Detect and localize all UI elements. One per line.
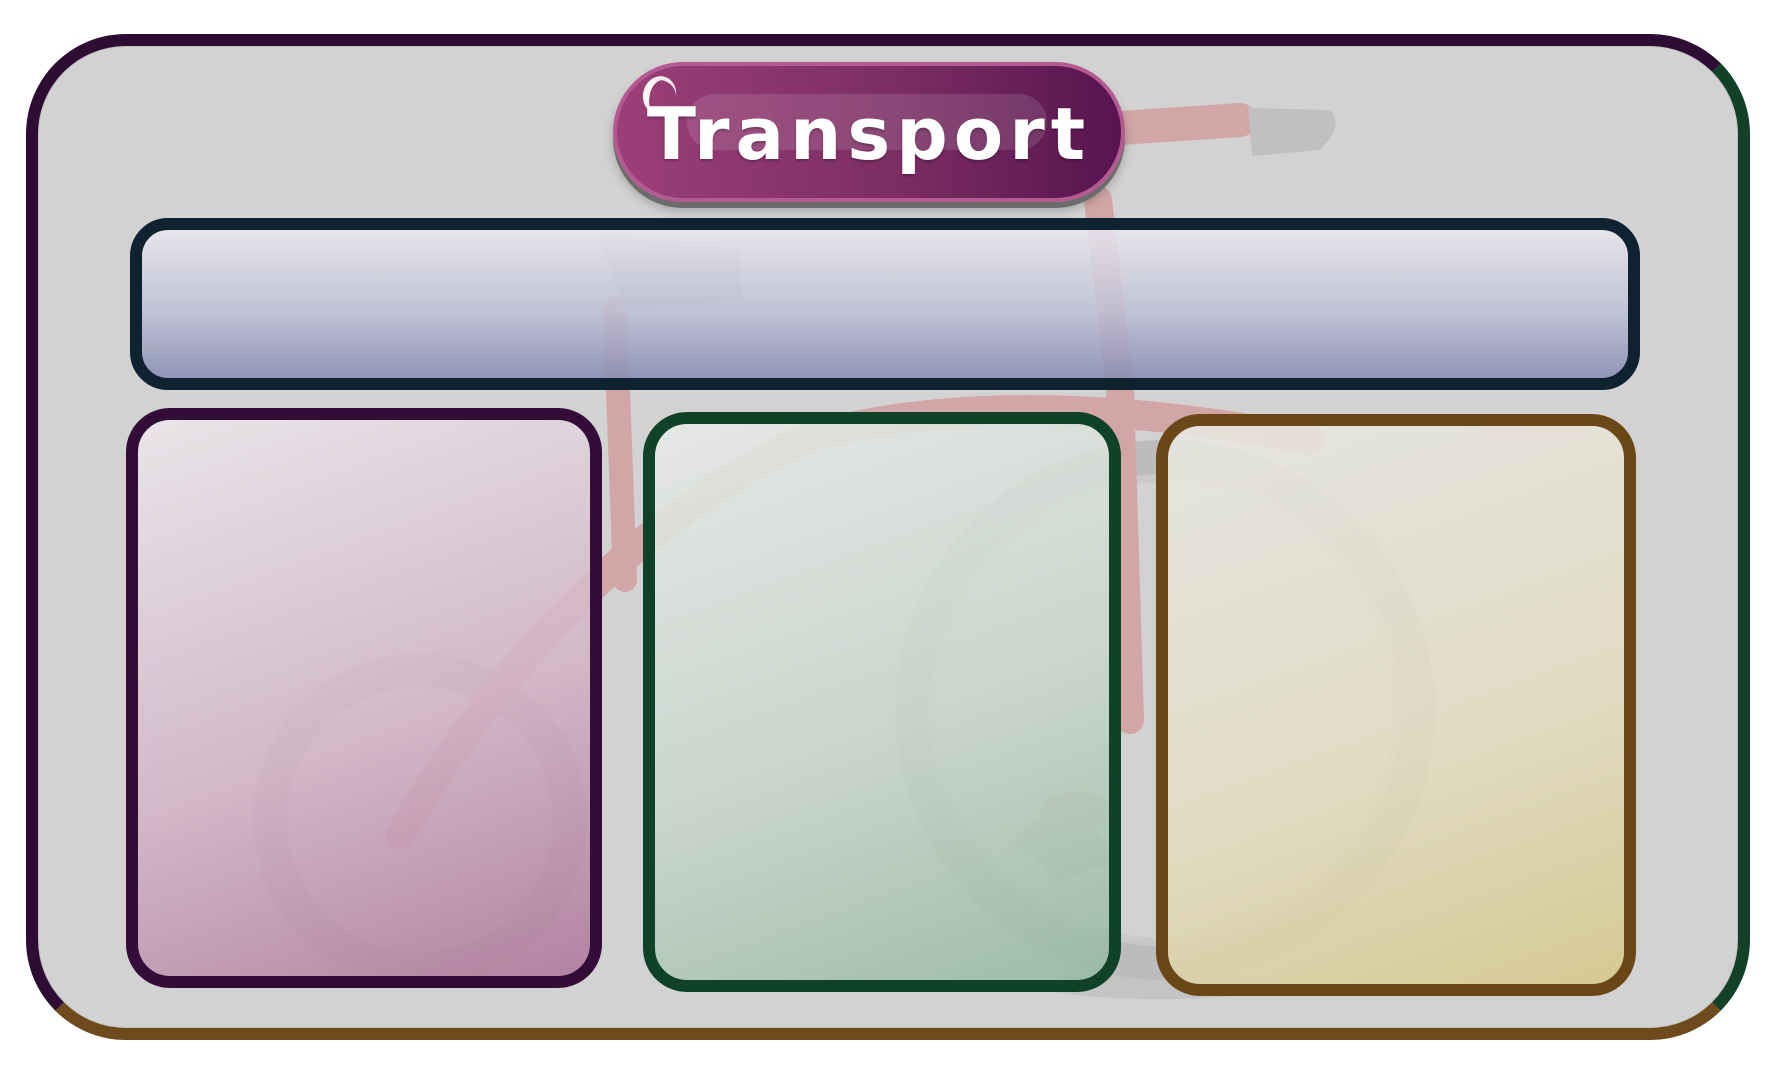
page-title: Transport: [646, 92, 1092, 176]
title-banner: Transport: [613, 62, 1125, 202]
category-box-middle[interactable]: [643, 412, 1121, 992]
category-box-left[interactable]: [126, 408, 602, 988]
category-box-right[interactable]: [1156, 414, 1636, 996]
header-write-bar[interactable]: [130, 218, 1640, 390]
worksheet-canvas: Transport: [0, 0, 1777, 1089]
